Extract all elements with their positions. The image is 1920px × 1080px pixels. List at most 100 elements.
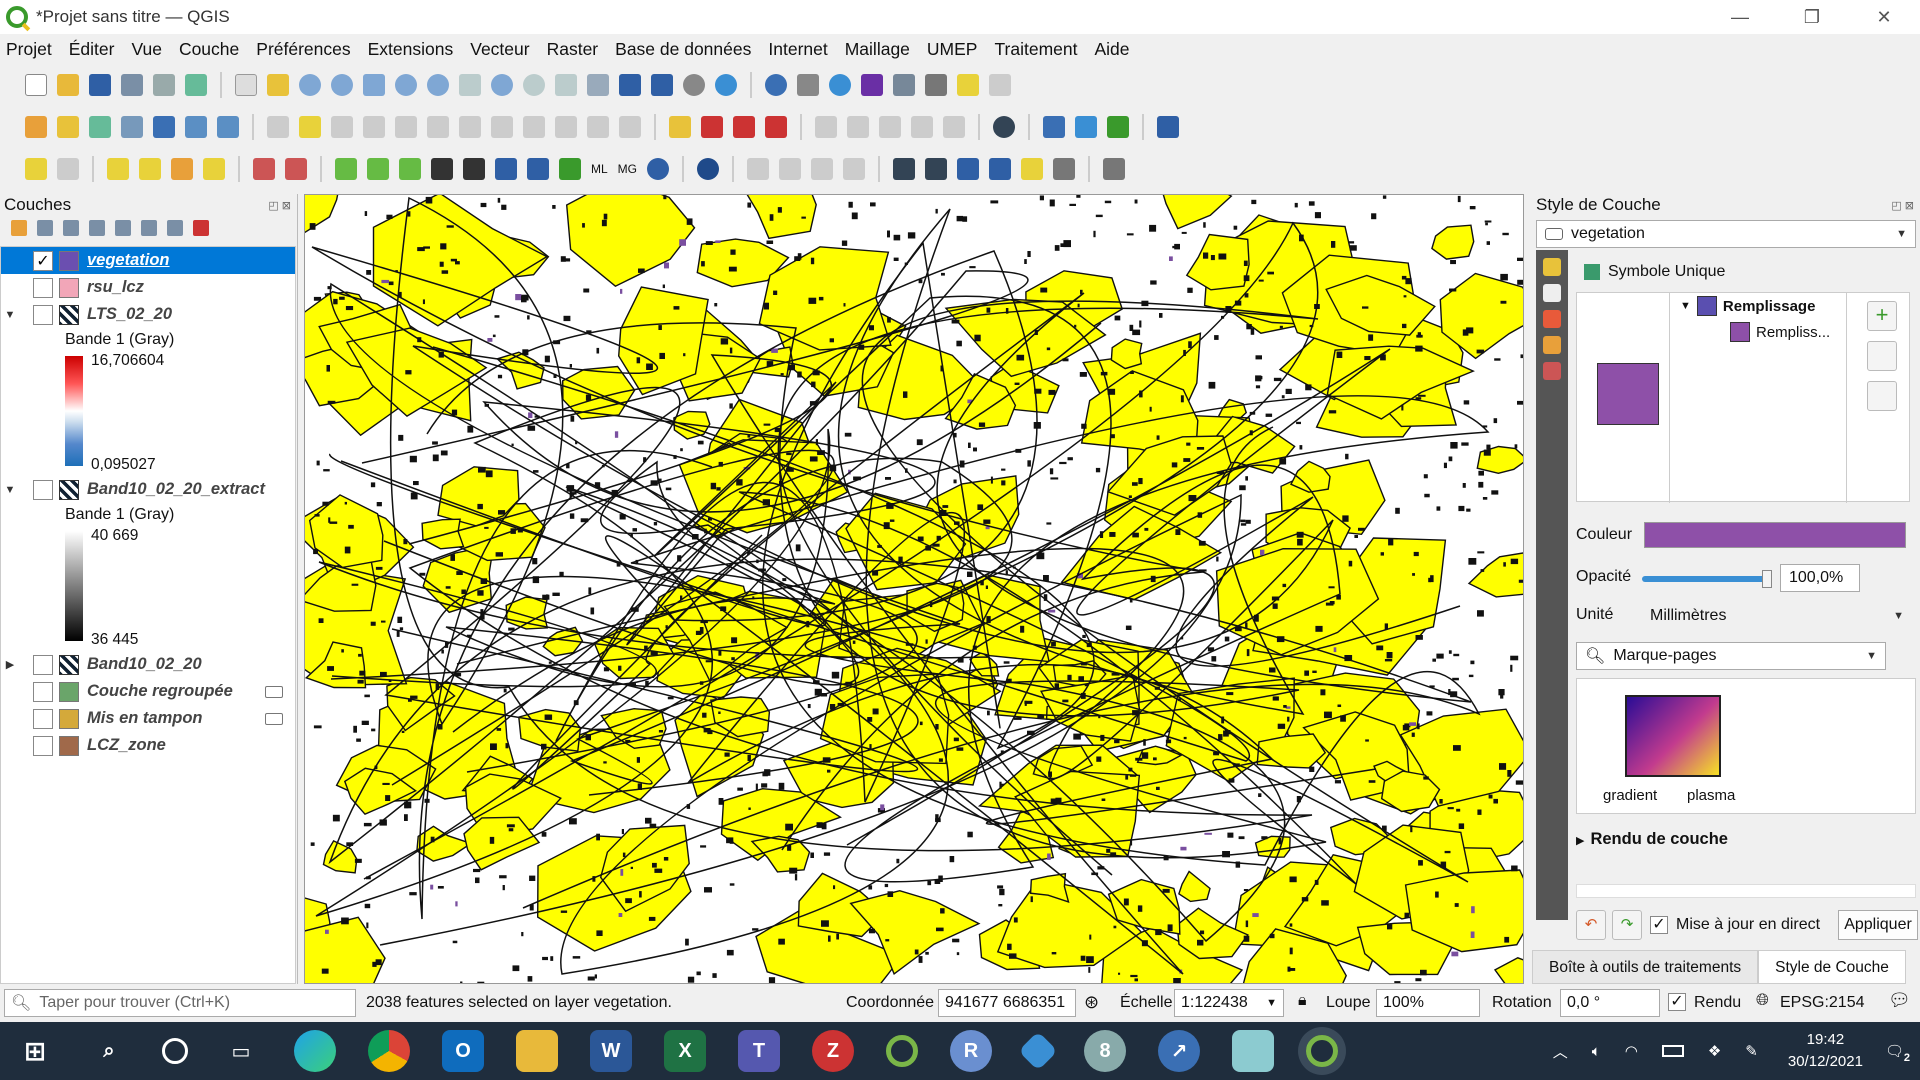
label-toolbar-icon[interactable] <box>893 158 916 180</box>
toggle-editing-icon[interactable] <box>299 116 321 138</box>
gradient-plasma-thumb[interactable] <box>1625 695 1721 777</box>
app-8-icon[interactable]: 8 <box>1084 1030 1126 1072</box>
notification-icon[interactable]: 🗨︎ 2 <box>1885 1042 1910 1064</box>
windows-start-icon[interactable]: ⊞ <box>14 1030 56 1072</box>
task-view-icon[interactable]: ▭ <box>220 1030 262 1072</box>
layer-checkbox[interactable]: ✓ <box>33 250 53 271</box>
layer-row-mis-en-tampon[interactable]: Mis en tampon <box>1 705 295 732</box>
layer-checkbox[interactable] <box>33 304 53 325</box>
label-icon[interactable] <box>669 116 691 138</box>
label-style-icon[interactable] <box>701 116 723 138</box>
snap-icon[interactable] <box>747 158 770 180</box>
menu-extensions[interactable]: Extensions <box>368 39 454 60</box>
add-symbol-layer-button[interactable]: + <box>1867 301 1897 331</box>
layer-row-band10-extract[interactable]: ▼ Band10_02_20_extract <box>1 476 295 503</box>
expand-arrow-icon[interactable]: ▶ <box>1 658 19 671</box>
menu-couche[interactable]: Couche <box>179 39 239 60</box>
highlight-label-icon[interactable] <box>765 116 787 138</box>
pointer-green-icon[interactable] <box>559 158 581 180</box>
layer-row-rsu-lcz[interactable]: rsu_lcz <box>1 274 295 301</box>
pan-icon[interactable] <box>235 74 257 96</box>
lock-scale-icon[interactable]: 🔒︎ <box>1298 992 1307 1010</box>
advanced-digitize-icon[interactable] <box>843 158 866 180</box>
topology-icon[interactable] <box>779 158 802 180</box>
digitize-split-icon[interactable] <box>911 116 933 138</box>
undo-icon[interactable] <box>587 116 609 138</box>
copy-icon[interactable] <box>523 116 545 138</box>
minimize-button[interactable]: — <box>1704 0 1776 34</box>
search-icon[interactable]: ⌕ <box>88 1030 130 1072</box>
style-manager-icon[interactable] <box>185 74 207 96</box>
plugin-chart-icon[interactable] <box>1107 116 1129 138</box>
zoom-full-icon[interactable] <box>363 74 385 96</box>
layer-checkbox[interactable] <box>33 735 53 756</box>
label-move-icon[interactable] <box>925 158 948 180</box>
wifi-icon[interactable]: ◠ <box>1625 1042 1638 1060</box>
apply-button[interactable]: Appliquer <box>1838 910 1918 940</box>
filter-expression-icon[interactable] <box>115 220 131 236</box>
identify-icon[interactable] <box>765 74 787 96</box>
clock[interactable]: 19:42 30/12/2021 <box>1788 1029 1863 1073</box>
manage-map-themes-icon[interactable] <box>63 220 79 236</box>
cut-icon[interactable] <box>491 116 513 138</box>
new-virtual-layer-icon[interactable] <box>185 116 207 138</box>
zotero-icon[interactable]: Z <box>812 1030 854 1072</box>
menu-base-de-donnees[interactable]: Base de données <box>615 39 751 60</box>
live-update-checkbox[interactable]: ✓ <box>1650 916 1668 934</box>
model-builder-icon[interactable] <box>367 158 389 180</box>
diagrams-tab-icon[interactable] <box>1543 362 1561 380</box>
digitize-shape-icon[interactable] <box>879 116 901 138</box>
ml-button[interactable]: ML <box>591 162 608 176</box>
labels-tab-icon[interactable] <box>1543 284 1561 302</box>
layer-row-lcz-zone[interactable]: LCZ_zone <box>1 732 295 759</box>
restore-button[interactable]: ❐ <box>1776 0 1848 34</box>
save-as-icon[interactable] <box>121 74 143 96</box>
messages-icon[interactable]: 💬︎ <box>1888 990 1911 1011</box>
filter-legend-icon[interactable] <box>89 220 105 236</box>
symbol-root-row[interactable]: ▼ Remplissage <box>1670 293 1846 319</box>
temporary-layer-icon[interactable] <box>265 712 283 725</box>
select-by-value-icon[interactable] <box>139 158 161 180</box>
results-viewer-icon[interactable] <box>431 158 453 180</box>
save-project-icon[interactable] <box>89 74 111 96</box>
menu-maillage[interactable]: Maillage <box>845 39 910 60</box>
edit-digitize-icon[interactable] <box>267 116 289 138</box>
coord-toggle-icon[interactable]: ⊛ <box>1084 992 1099 1013</box>
expand-all-icon[interactable] <box>141 220 157 236</box>
volume-icon[interactable]: 🔈︎ <box>1592 1043 1601 1060</box>
duplicate-symbol-layer-button[interactable] <box>1867 381 1897 411</box>
deselect-all-icon[interactable] <box>171 158 193 180</box>
modify-attributes-icon[interactable] <box>427 116 449 138</box>
deselect-icon[interactable] <box>57 158 79 180</box>
table-join-icon[interactable] <box>285 158 307 180</box>
renderer-combo[interactable]: Symbole Unique <box>1576 258 1916 286</box>
collapse-arrow-icon[interactable]: ▼ <box>1 309 19 321</box>
new-memory-layer-icon[interactable] <box>153 116 175 138</box>
remove-symbol-layer-button[interactable] <box>1867 341 1897 371</box>
menu-editer[interactable]: Éditer <box>69 39 115 60</box>
select-location-icon[interactable] <box>203 158 225 180</box>
opacity-slider[interactable] <box>1642 570 1772 588</box>
tab-layer-styling[interactable]: Style de Couche <box>1758 950 1906 984</box>
processing-toolbox-icon[interactable] <box>335 158 357 180</box>
menu-internet[interactable]: Internet <box>768 39 827 60</box>
new-3d-view-icon[interactable] <box>587 74 609 96</box>
layer-checkbox[interactable] <box>33 479 53 500</box>
symbology-tab-icon[interactable] <box>1543 258 1561 276</box>
coord-field[interactable]: 941677 6686351 <box>938 989 1076 1017</box>
collapse-arrow-icon[interactable]: ▼ <box>1680 300 1691 312</box>
scale-combo[interactable]: 1:122438 ▼ <box>1174 989 1284 1017</box>
table-icon[interactable] <box>893 74 915 96</box>
help-icon[interactable] <box>1157 116 1179 138</box>
layer-checkbox[interactable] <box>33 708 53 729</box>
redo-style-button[interactable]: ↷ <box>1612 910 1642 940</box>
layer-combo[interactable]: vegetation ▼ <box>1536 220 1916 248</box>
crs-button[interactable]: EPSG:2154 <box>1780 994 1865 1012</box>
layer-row-vegetation[interactable]: ✓ vegetation <box>1 247 295 274</box>
close-button[interactable]: ✕ <box>1848 0 1920 34</box>
text-box-icon[interactable] <box>1103 158 1126 180</box>
select-tool-icon[interactable] <box>25 158 47 180</box>
measure-icon[interactable] <box>925 74 947 96</box>
history-icon[interactable] <box>399 158 421 180</box>
scatter-plugin-icon[interactable] <box>647 158 670 180</box>
